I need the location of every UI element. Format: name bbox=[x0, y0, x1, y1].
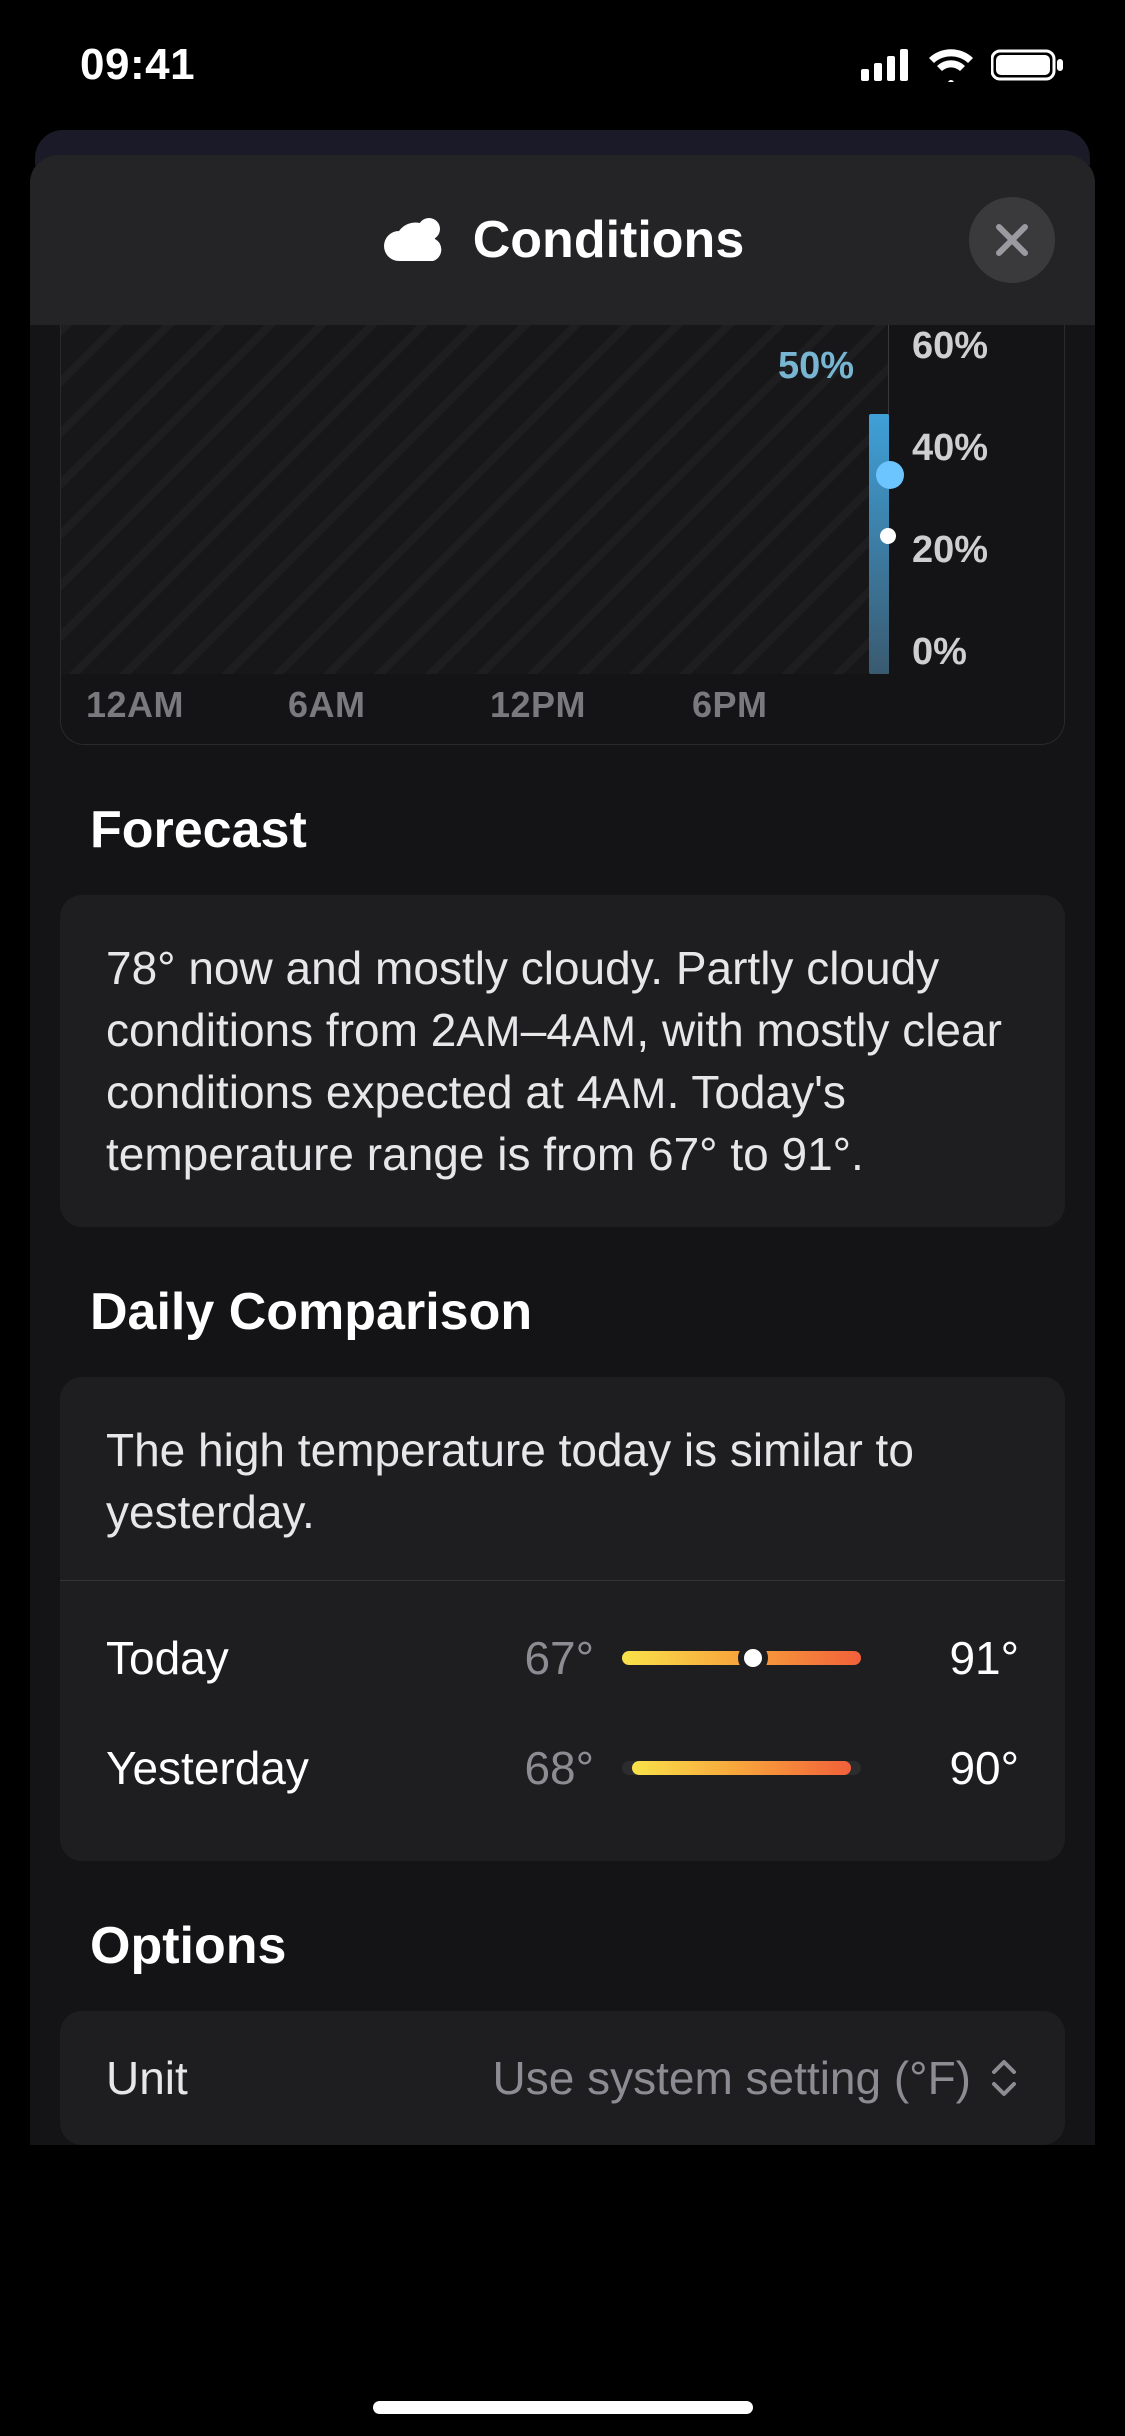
chart-plot-area bbox=[61, 325, 889, 674]
row-low: 67° bbox=[464, 1627, 594, 1689]
comparison-summary: The high temperature today is similar to… bbox=[60, 1377, 1065, 1579]
chart-callout: 50% bbox=[778, 345, 854, 388]
temp-range-bar bbox=[622, 1651, 861, 1665]
conditions-sheet: Conditions 50% 60% 40% 20% 0% 12AM 6AM 1… bbox=[30, 155, 1095, 2145]
chart-x-axis: 12AM 6AM 12PM 6PM bbox=[86, 684, 894, 726]
unit-value: Use system setting (°F) bbox=[493, 2047, 972, 2109]
chevron-up-down-icon bbox=[989, 2056, 1019, 2100]
options-heading: Options bbox=[90, 1916, 1065, 1976]
cellular-icon bbox=[861, 49, 911, 81]
x-tick: 6AM bbox=[288, 684, 490, 726]
comparison-row-yesterday: Yesterday 68° 90° bbox=[106, 1713, 1019, 1823]
x-tick: 12AM bbox=[86, 684, 288, 726]
chart-current-bar bbox=[869, 414, 889, 674]
page-title-text: Conditions bbox=[473, 210, 745, 270]
comparison-row-today: Today 67° 91° bbox=[106, 1603, 1019, 1713]
chart-point-highlight bbox=[876, 461, 904, 489]
x-tick: 12PM bbox=[490, 684, 692, 726]
close-button[interactable] bbox=[969, 197, 1055, 283]
y-tick: 40% bbox=[912, 427, 1042, 470]
close-icon bbox=[994, 222, 1030, 258]
forecast-text: 78° now and mostly cloudy. Partly cloudy… bbox=[106, 942, 1002, 1180]
y-tick: 60% bbox=[912, 325, 1042, 368]
y-tick: 20% bbox=[912, 529, 1042, 572]
home-indicator[interactable] bbox=[373, 2401, 753, 2414]
chart-y-axis: 60% 40% 20% 0% bbox=[912, 325, 1042, 674]
temp-current-dot bbox=[738, 1643, 768, 1673]
wifi-icon bbox=[927, 48, 975, 82]
sheet-header: Conditions bbox=[30, 155, 1095, 325]
row-label: Today bbox=[106, 1627, 436, 1689]
row-high: 90° bbox=[889, 1737, 1019, 1799]
unit-selector[interactable]: Unit Use system setting (°F) bbox=[60, 2011, 1065, 2145]
status-icons bbox=[861, 48, 1065, 82]
x-tick: 6PM bbox=[692, 684, 894, 726]
chart-point-secondary bbox=[880, 528, 896, 544]
unit-label: Unit bbox=[106, 2047, 188, 2109]
cloud-icon bbox=[381, 215, 451, 265]
temp-range-fill bbox=[632, 1761, 852, 1775]
row-high: 91° bbox=[889, 1627, 1019, 1689]
forecast-card: 78° now and mostly cloudy. Partly cloudy… bbox=[60, 895, 1065, 1227]
conditions-chart[interactable]: 50% 60% 40% 20% 0% 12AM 6AM 12PM 6PM bbox=[60, 325, 1065, 745]
forecast-heading: Forecast bbox=[90, 800, 1065, 860]
status-time: 09:41 bbox=[80, 40, 195, 90]
daily-comparison-card: The high temperature today is similar to… bbox=[60, 1377, 1065, 1861]
y-tick: 0% bbox=[912, 631, 1042, 674]
page-title: Conditions bbox=[381, 210, 745, 270]
temp-range-bar bbox=[622, 1761, 861, 1775]
row-label: Yesterday bbox=[106, 1737, 436, 1799]
battery-icon bbox=[991, 48, 1065, 82]
options-card: Unit Use system setting (°F) bbox=[60, 2011, 1065, 2145]
daily-comparison-heading: Daily Comparison bbox=[90, 1282, 1065, 1342]
status-bar: 09:41 bbox=[0, 0, 1125, 130]
row-low: 68° bbox=[464, 1737, 594, 1799]
